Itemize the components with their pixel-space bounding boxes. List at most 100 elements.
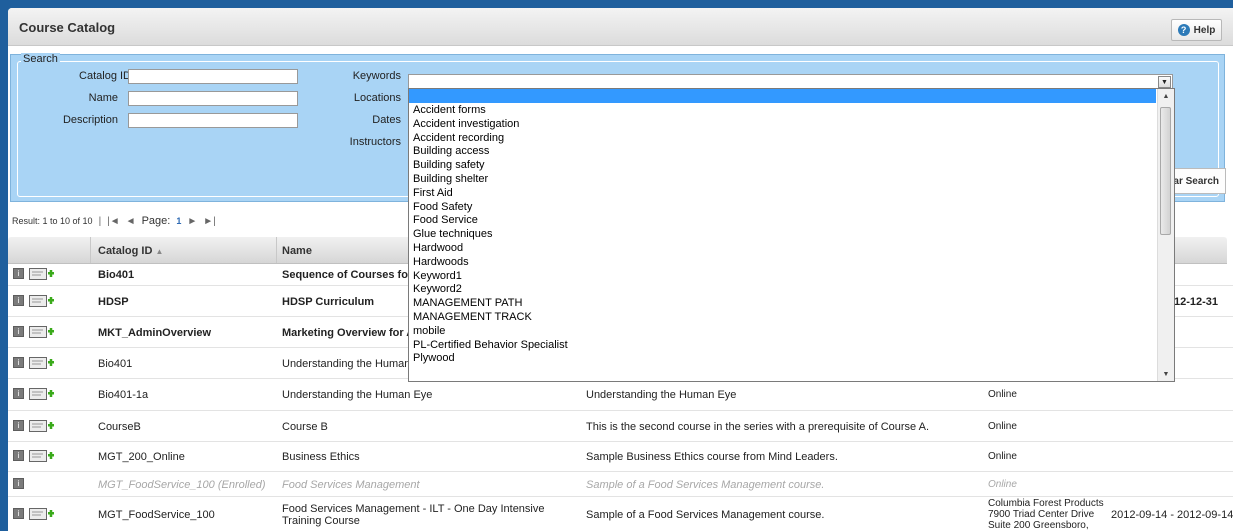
add-to-plan-icon[interactable]: [29, 357, 55, 369]
row-id: CourseB: [98, 421, 141, 433]
row-desc: Sample of a Food Services Management cou…: [586, 509, 825, 521]
scroll-up-icon[interactable]: ▲: [1158, 89, 1174, 103]
catalog-id-column-header[interactable]: Catalog ID ▲: [98, 245, 163, 257]
add-to-plan-icon[interactable]: [29, 326, 55, 338]
keywords-option[interactable]: Food Safety: [413, 200, 472, 214]
row-location: Columbia Forest Products 7900 Triad Cent…: [988, 498, 1104, 531]
info-icon[interactable]: i: [13, 388, 24, 399]
name-column-header[interactable]: Name: [282, 245, 312, 257]
keywords-option[interactable]: Plywood: [413, 351, 455, 365]
keywords-option[interactable]: Keyword1: [413, 269, 462, 283]
help-button[interactable]: ? Help: [1171, 19, 1222, 41]
catalog-id-header-label: Catalog ID: [98, 245, 153, 257]
keywords-option[interactable]: mobile: [413, 324, 445, 338]
keywords-option[interactable]: Food Service: [413, 213, 478, 227]
add-to-plan-icon[interactable]: [29, 295, 55, 307]
row-id: Bio401: [98, 269, 135, 281]
row-id: HDSP: [98, 296, 129, 308]
row-name[interactable]: Understanding the Human Eye: [282, 389, 582, 401]
description-input[interactable]: [128, 113, 298, 128]
name-input[interactable]: [128, 91, 298, 106]
table-row[interactable]: i MGT_FoodService_100 (Enrolled) Food Serv…: [8, 471, 1233, 497]
table-row[interactable]: i MGT_FoodService_100 Food Services Manage…: [8, 496, 1233, 531]
add-to-plan-icon[interactable]: [29, 508, 55, 520]
info-icon[interactable]: i: [13, 450, 24, 461]
add-to-plan-icon[interactable]: [29, 420, 55, 432]
keywords-option[interactable]: PL-Certified Behavior Specialist: [413, 338, 568, 352]
prev-page-icon[interactable]: ◄: [126, 216, 136, 227]
row-desc: Understanding the Human Eye: [586, 389, 737, 401]
row-dates: 2012-09-14 - 2012-09-14: [1111, 509, 1233, 521]
header-bar: Course Catalog ? Help: [8, 8, 1233, 46]
info-icon[interactable]: i: [13, 295, 24, 306]
column-divider: [90, 237, 91, 263]
catalog-id-input[interactable]: [128, 69, 298, 84]
keywords-option-empty-selected[interactable]: [409, 89, 1156, 103]
last-page-icon[interactable]: ►|: [203, 216, 216, 227]
pager-divider: |: [98, 215, 102, 227]
keywords-dropdown-list[interactable]: Accident forms Accident investigation Acci…: [408, 88, 1175, 382]
row-location: Online: [988, 389, 1017, 400]
info-icon[interactable]: i: [13, 357, 24, 368]
keywords-option[interactable]: Accident recording: [413, 131, 504, 145]
help-label: Help: [1193, 24, 1216, 36]
add-to-plan-icon[interactable]: [29, 388, 55, 400]
keywords-option[interactable]: First Aid: [413, 186, 453, 200]
info-icon[interactable]: i: [13, 420, 24, 431]
keywords-option[interactable]: MANAGEMENT PATH: [413, 296, 522, 310]
name-label: Name: [88, 92, 118, 104]
result-summary: Result: 1 to 10 of 10: [12, 216, 93, 226]
keywords-label: Keywords: [352, 70, 401, 82]
chevron-down-icon[interactable]: ▼: [1158, 76, 1171, 88]
info-icon[interactable]: i: [13, 268, 24, 279]
row-location: Online: [988, 451, 1017, 462]
table-row[interactable]: i CourseB Course B This is the second cours…: [8, 410, 1233, 442]
keywords-option[interactable]: Building safety: [413, 158, 485, 172]
info-icon[interactable]: i: [13, 508, 24, 519]
row-id: MGT_FoodService_100: [98, 509, 215, 521]
course-catalog-window: Course Catalog ? Help Search Catalog ID …: [8, 8, 1233, 531]
row-desc: Sample Business Ethics course from Mind …: [586, 451, 838, 463]
row-desc: Sample of a Food Services Management cou…: [586, 479, 825, 491]
page-title: Course Catalog: [19, 20, 116, 35]
row-name[interactable]: Business Ethics: [282, 451, 582, 463]
dates-label: Dates: [372, 114, 401, 126]
table-row[interactable]: i Bio401-1a Understanding the Human Eye Und…: [8, 378, 1233, 411]
keywords-option[interactable]: MANAGEMENT TRACK: [413, 310, 532, 324]
page-label: Page:: [141, 215, 171, 227]
row-id: Bio401: [98, 358, 133, 370]
keywords-option[interactable]: Glue techniques: [413, 227, 493, 241]
keywords-option[interactable]: Accident forms: [413, 103, 486, 117]
add-to-plan-icon[interactable]: [29, 268, 55, 280]
keywords-option[interactable]: Accident investigation: [413, 117, 519, 131]
help-icon: ?: [1177, 24, 1190, 36]
keywords-option[interactable]: Building access: [413, 144, 489, 158]
row-name[interactable]: Course B: [282, 421, 582, 433]
result-bar: Result: 1 to 10 of 10 | |◄ ◄ Page: 1 ► ►…: [12, 215, 216, 227]
row-name[interactable]: Food Services Management: [282, 479, 582, 491]
row-name[interactable]: Food Services Management - ILT - One Day…: [282, 503, 582, 527]
keywords-option[interactable]: Hardwood: [413, 241, 463, 255]
row-id: MGT_FoodService_100 (Enrolled): [98, 479, 266, 491]
keywords-option[interactable]: Keyword2: [413, 282, 462, 296]
info-icon[interactable]: i: [13, 478, 24, 489]
page-number[interactable]: 1: [176, 216, 181, 226]
catalog-id-label: Catalog ID: [79, 70, 131, 82]
next-page-icon[interactable]: ►: [187, 216, 197, 227]
sort-ascending-icon: ▲: [155, 247, 164, 256]
column-divider: [276, 237, 277, 263]
keywords-scrollbar[interactable]: ▲ ▼: [1157, 89, 1174, 381]
first-page-icon[interactable]: |◄: [107, 216, 120, 227]
keywords-option[interactable]: Building shelter: [413, 172, 488, 186]
scroll-thumb[interactable]: [1160, 107, 1171, 235]
row-id: MGT_200_Online: [98, 451, 185, 463]
search-legend: Search: [21, 53, 60, 65]
scroll-down-icon[interactable]: ▼: [1158, 367, 1174, 381]
row-desc: This is the second course in the series …: [586, 421, 930, 433]
instructors-label: Instructors: [349, 136, 401, 148]
info-icon[interactable]: i: [13, 326, 24, 337]
row-location: Online: [988, 479, 1017, 490]
add-to-plan-icon[interactable]: [29, 450, 55, 462]
keywords-option[interactable]: Hardwoods: [413, 255, 469, 269]
table-row[interactable]: i MGT_200_Online Business Ethics Sample Bus…: [8, 441, 1233, 472]
